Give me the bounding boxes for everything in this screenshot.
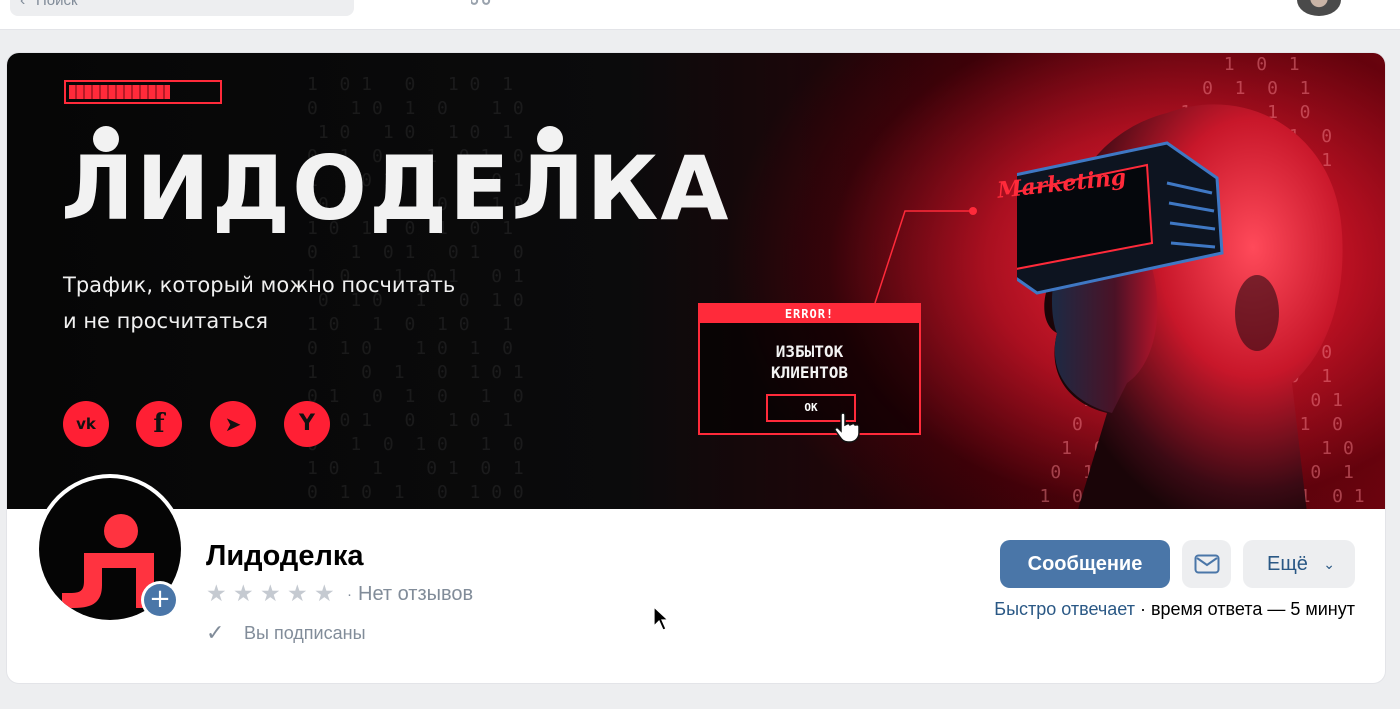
search-placeholder: Поиск: [36, 0, 78, 9]
hand-cursor-icon: [834, 412, 860, 443]
response-time: Быстро отвечает · время ответа — 5 минут: [994, 599, 1355, 620]
mouse-pointer-icon: [653, 606, 669, 631]
yandex-icon[interactable]: Y: [284, 401, 330, 447]
brand-dot-right: [537, 126, 563, 152]
search-input[interactable]: ‹ Поиск: [10, 0, 354, 16]
more-label: Ещё: [1267, 553, 1308, 575]
reviews-link[interactable]: Нет отзывов: [358, 583, 473, 606]
error-dialog: ERROR! ИЗБЫТОК КЛИЕНТОВ OK: [698, 303, 921, 435]
star-icon: ★: [206, 581, 227, 607]
tagline: Трафик, который можно посчитать и не про…: [63, 267, 455, 339]
top-header: ‹ Поиск: [0, 0, 1400, 30]
progress-bar: [64, 80, 222, 104]
subscription-label: Вы подписаны: [244, 623, 366, 643]
add-photo-badge[interactable]: +: [141, 581, 179, 619]
brand-title: ЛИДОДЕЛКА: [61, 137, 731, 240]
user-avatar[interactable]: [1297, 0, 1341, 16]
star-icon: ★: [314, 581, 335, 607]
check-icon: ✓: [206, 621, 225, 646]
mail-button[interactable]: [1182, 540, 1231, 588]
message-button[interactable]: Сообщение: [1000, 540, 1170, 588]
chevron-down-icon: ⌄: [1323, 556, 1335, 572]
error-line-1: ИЗБЫТОК: [775, 342, 844, 361]
rating-row: ★ ★ ★ ★ ★ · Нет отзывов: [206, 582, 473, 606]
plus-icon: +: [144, 584, 176, 616]
star-icon: ★: [233, 581, 254, 607]
rating-separator: ·: [347, 585, 352, 603]
community-card: 1 0 1 0 1 0 1 0 1 0 1 0 1 0 1 0 1 0 1 0 …: [7, 53, 1385, 683]
facebook-icon[interactable]: f: [136, 401, 182, 447]
bell-icon[interactable]: [398, 0, 422, 10]
music-icon[interactable]: [470, 0, 495, 10]
page-title: Лидоделка: [206, 540, 364, 572]
response-fast[interactable]: Быстро отвечает: [994, 599, 1135, 619]
brand-dot-left: [93, 126, 119, 152]
envelope-icon: [1194, 554, 1219, 574]
star-icon: ★: [287, 581, 308, 607]
cover-image: 1 0 1 0 1 0 1 0 1 0 1 0 1 0 1 0 1 0 1 0 …: [7, 53, 1385, 509]
error-line-2: КЛИЕНТОВ: [770, 363, 849, 382]
error-title: ERROR!: [700, 305, 919, 323]
error-message: ИЗБЫТОК КЛИЕНТОВ: [700, 341, 919, 383]
vk-icon[interactable]: vk: [63, 401, 109, 447]
head-illustration: [1017, 104, 1343, 509]
response-rest: · время ответа — 5 минут: [1134, 599, 1355, 619]
chevron-left-icon: ‹: [20, 0, 26, 9]
star-icon: ★: [260, 581, 281, 607]
tagline-line-1: Трафик, который можно посчитать: [63, 273, 456, 297]
tagline-line-2: и не просчитаться: [63, 309, 269, 333]
subscription-status[interactable]: ✓ Вы подписаны: [206, 621, 366, 646]
telegram-icon[interactable]: ➤: [210, 401, 256, 447]
more-button[interactable]: Ещё ⌄: [1243, 540, 1355, 588]
progress-fill: [69, 85, 170, 99]
